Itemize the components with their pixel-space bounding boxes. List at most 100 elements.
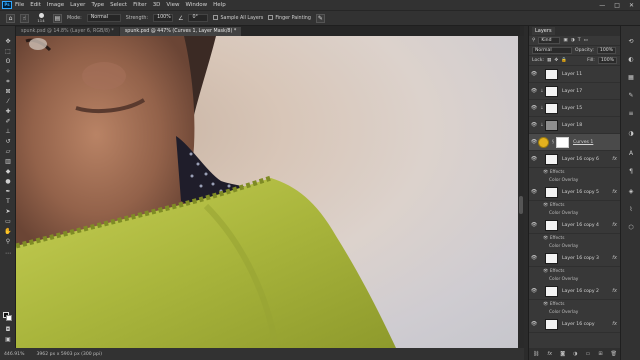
visibility-eye-icon[interactable]: 👁 <box>529 122 539 128</box>
path-select-tool-icon[interactable]: ➤ <box>4 208 12 215</box>
libraries-panel-icon[interactable]: ⬡ <box>627 224 635 232</box>
type-tool-icon[interactable]: T <box>4 198 12 205</box>
layer-mask-thumbnail[interactable] <box>556 136 569 148</box>
new-adjustment-icon[interactable]: ◑ <box>573 351 577 357</box>
brush-tool-icon[interactable]: ✐ <box>4 118 12 125</box>
quick-mask-icon[interactable]: ◘ <box>4 326 12 333</box>
effects-eye-icon[interactable]: 👁 <box>543 203 548 208</box>
eraser-tool-icon[interactable]: ▱ <box>4 148 12 155</box>
filter-shape-icon[interactable]: ▭ <box>584 38 588 43</box>
new-layer-icon[interactable]: ⊞ <box>598 351 602 357</box>
pen-tool-icon[interactable]: ✒ <box>4 188 12 195</box>
layer-row[interactable]: 👁 Layer 16 copy 3 fx <box>529 250 621 267</box>
menu-view[interactable]: View <box>163 2 182 8</box>
menu-filter[interactable]: Filter <box>130 2 150 8</box>
filter-type-icon[interactable]: T <box>578 38 581 43</box>
filter-adjustment-icon[interactable]: ◑ <box>571 38 575 43</box>
finger-painting-checkbox[interactable]: Finger Painting <box>268 15 311 21</box>
swatches-panel-icon[interactable]: ▦ <box>627 74 635 82</box>
screen-mode-icon[interactable]: ▣ <box>4 336 12 343</box>
delete-layer-trash-icon[interactable]: 🗑 <box>611 351 617 357</box>
angle-input[interactable]: 0° <box>188 14 209 22</box>
fx-icon[interactable]: fx <box>612 321 617 327</box>
add-mask-icon[interactable]: ◙ <box>560 351 565 357</box>
pressure-icon[interactable]: ✎ <box>315 13 325 23</box>
lock-position-icon[interactable]: ✥ <box>554 58 558 63</box>
layer-row[interactable]: 👁 ↓ Layer 15 <box>529 100 621 117</box>
effect-row[interactable]: Color Overlay <box>529 275 621 283</box>
history-brush-tool-icon[interactable]: ↺ <box>4 138 12 145</box>
layer-row[interactable]: 👁 Layer 16 copy 2 fx <box>529 283 621 300</box>
visibility-eye-icon[interactable]: 👁 <box>529 105 539 111</box>
menu-edit[interactable]: Edit <box>27 2 44 8</box>
layer-row-selected[interactable]: 👁 § Curves 1 <box>529 134 621 151</box>
fx-icon[interactable]: fx <box>612 222 617 228</box>
link-layers-icon[interactable]: ⛓ <box>533 351 539 357</box>
blend-mode-select[interactable]: Normal <box>532 47 572 54</box>
effect-row[interactable]: Color Overlay <box>529 176 621 184</box>
layer-row[interactable]: 👁 Layer 16 copy 6 fx <box>529 151 621 168</box>
menu-3d[interactable]: 3D <box>150 2 164 8</box>
menu-type[interactable]: Type <box>88 2 107 8</box>
fx-icon[interactable]: fx <box>612 255 617 261</box>
more-tools-icon[interactable]: ⋯ <box>4 250 12 257</box>
properties-panel-icon[interactable]: ≡ <box>627 110 635 118</box>
brush-settings-panel-icon[interactable]: ✎ <box>627 92 635 100</box>
opacity-input[interactable]: 100% <box>596 47 617 54</box>
lock-pixels-icon[interactable]: ▦ <box>547 58 551 63</box>
visibility-eye-icon[interactable]: 👁 <box>529 156 539 162</box>
smudge-tool-preset-icon[interactable]: ☝ <box>20 13 29 23</box>
visibility-eye-icon[interactable]: 👁 <box>529 71 539 77</box>
adjustments-panel-icon[interactable]: ◑ <box>627 130 635 138</box>
effects-eye-icon[interactable]: 👁 <box>543 170 548 175</box>
eyedropper-tool-icon[interactable]: ⁄ <box>4 98 12 105</box>
scrollbar-thumb[interactable] <box>519 196 523 214</box>
effects-row[interactable]: 👁 Effects <box>529 201 621 209</box>
brush-settings-icon[interactable]: ▤ <box>53 13 62 23</box>
menu-help[interactable]: Help <box>210 2 229 8</box>
fx-icon[interactable]: fx <box>612 189 617 195</box>
effects-row[interactable]: 👁 Effects <box>529 300 621 308</box>
effect-row[interactable]: Color Overlay <box>529 308 621 316</box>
menu-file[interactable]: File <box>12 2 27 8</box>
visibility-eye-icon[interactable]: 👁 <box>529 288 539 294</box>
frame-tool-icon[interactable]: ⊠ <box>4 88 12 95</box>
character-panel-icon[interactable]: A <box>627 150 635 158</box>
fill-input[interactable]: 100% <box>597 57 617 64</box>
hand-tool-icon[interactable]: ✋ <box>4 228 12 235</box>
effects-row[interactable]: 👁 Effects <box>529 234 621 242</box>
layer-row[interactable]: 👁 Layer 16 copy 4 fx <box>529 217 621 234</box>
dodge-tool-icon[interactable]: ● <box>4 178 12 185</box>
tab-document-1[interactable]: spunk.psd @ 14.8% (Layer 6, RGB/8) * <box>16 27 119 36</box>
effects-eye-icon[interactable]: 👁 <box>543 302 548 307</box>
quick-select-tool-icon[interactable]: ✧ <box>4 68 12 75</box>
strength-input[interactable]: 100% <box>153 14 174 22</box>
crop-tool-icon[interactable]: ⌗ <box>4 78 12 85</box>
add-style-fx-icon[interactable]: fx <box>547 351 552 357</box>
paragraph-panel-icon[interactable]: ¶ <box>627 168 635 176</box>
effect-row[interactable]: Color Overlay <box>529 209 621 217</box>
home-icon[interactable]: ⌂ <box>6 13 15 23</box>
visibility-eye-icon[interactable]: 👁 <box>529 321 539 327</box>
background-color-swatch[interactable] <box>6 315 12 321</box>
effects-row[interactable]: 👁 Effects <box>529 168 621 176</box>
menu-select[interactable]: Select <box>107 2 130 8</box>
zoom-level[interactable]: 446.91% <box>4 352 24 357</box>
effect-row[interactable]: Color Overlay <box>529 242 621 250</box>
lock-all-icon[interactable]: 🔒 <box>561 58 567 63</box>
layers-panel-tab[interactable]: Layers <box>532 27 555 35</box>
maximize-button[interactable]: □ <box>614 2 620 9</box>
visibility-eye-icon[interactable]: 👁 <box>529 139 539 145</box>
layer-row[interactable]: 👁 ↓ Layer 17 <box>529 83 621 100</box>
minimize-button[interactable]: — <box>599 2 605 9</box>
healing-brush-tool-icon[interactable]: ✚ <box>4 108 12 115</box>
close-button[interactable]: ✕ <box>629 2 634 9</box>
layer-row[interactable]: 👁 Layer 16 copy 5 fx <box>529 184 621 201</box>
shape-tool-icon[interactable]: ▭ <box>4 218 12 225</box>
sample-all-layers-checkbox[interactable]: Sample All Layers <box>213 15 263 21</box>
layer-row[interactable]: 👁 Layer 16 copy fx <box>529 316 621 333</box>
menu-layer[interactable]: Layer <box>67 2 88 8</box>
color-panel-icon[interactable]: ◐ <box>627 56 635 64</box>
fx-icon[interactable]: fx <box>612 156 617 162</box>
menu-image[interactable]: Image <box>44 2 67 8</box>
